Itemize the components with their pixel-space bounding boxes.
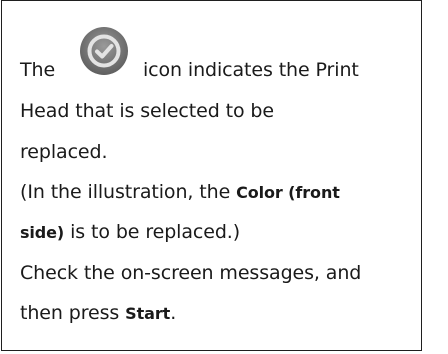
line-5: side) is to be replaced.)	[20, 219, 240, 246]
line-3: replaced.	[20, 139, 108, 165]
line-1-after-icon: icon indicates the Print	[142, 59, 359, 81]
line-7-text: then press	[20, 302, 120, 324]
line-3-text: replaced.	[20, 141, 108, 163]
line-4: (In the illustration, the Color (front	[20, 179, 340, 206]
line-1-before-icon: The	[20, 59, 56, 81]
line-5-bold: side)	[20, 223, 65, 242]
line-7: then press Start.	[20, 300, 176, 327]
line-2-text: Head that is selected to be	[20, 100, 274, 122]
note-box: The icon indicates the Print Head that i…	[1, 0, 422, 351]
line-6-text: Check the on-screen messages, and	[20, 262, 362, 284]
line-5-text: is to be replaced.)	[70, 221, 241, 243]
line-2: Head that is selected to be	[20, 98, 274, 124]
line-4-bold: Color (front	[236, 183, 340, 202]
line-1: The icon indicates the Print	[20, 57, 359, 83]
line-7-period: .	[170, 302, 177, 324]
start-label: Start	[125, 304, 171, 323]
line-6: Check the on-screen messages, and	[20, 260, 361, 286]
line-4-text: (In the illustration, the	[20, 181, 231, 203]
